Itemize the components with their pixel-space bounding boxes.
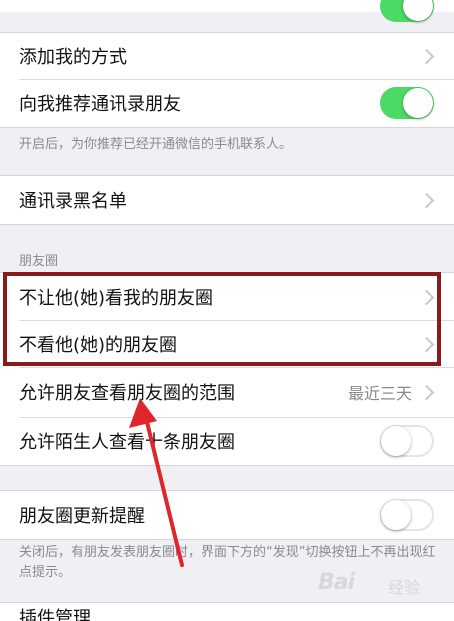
recommend-contacts-toggle[interactable] (380, 87, 434, 119)
divider (0, 224, 454, 225)
recommend-contacts-row: 向我推荐通讯录朋友 (0, 79, 454, 127)
allow-strangers-row: 允许陌生人查看十条朋友圈 (0, 417, 454, 465)
allow-strangers-toggle[interactable] (380, 425, 434, 457)
chevron-right-icon (418, 289, 435, 305)
hide-their-moments-row[interactable]: 不看他(她)的朋友圈 (0, 320, 454, 367)
moments-section-header: 朋友圈 (19, 254, 59, 269)
bottom-partial-label: 插件管理 (19, 608, 91, 621)
chevron-right-icon (418, 48, 435, 65)
hide-their-moments-label: 不看他(她)的朋友圈 (19, 334, 178, 356)
partial-top-row (0, 0, 454, 22)
moments-update-reminder-toggle[interactable] (380, 499, 434, 531)
toggle-knob (403, 88, 433, 118)
toggle-knob (381, 500, 411, 530)
toggle-knob (403, 0, 433, 21)
divider (0, 127, 454, 128)
reminder-note: 关闭后，有朋友发表朋友圈时，界面下方的“发现”切换按钮上不再出现红点提示。 (19, 545, 436, 580)
chevron-right-icon (418, 336, 435, 352)
watermark-sub: 经验 (388, 578, 421, 597)
partial-top-toggle[interactable] (380, 0, 434, 22)
recommend-note: 开启后，为你推荐已经开通微信的手机联系人。 (19, 137, 293, 152)
add-me-methods-row[interactable]: 添加我的方式 (0, 33, 454, 79)
recommend-contacts-label: 向我推荐通讯录朋友 (19, 94, 181, 115)
watermark-logo: Bai (318, 570, 355, 595)
allow-view-range-value: 最近三天 (347, 384, 412, 403)
moments-update-reminder-row: 朋友圈更新提醒 (0, 491, 454, 539)
chevron-right-icon (418, 384, 435, 401)
hide-my-moments-row[interactable]: 不让他(她)看我的朋友圈 (0, 273, 454, 320)
divider (19, 367, 454, 368)
contacts-blacklist-row[interactable]: 通讯录黑名单 (0, 176, 454, 224)
add-me-methods-label: 添加我的方式 (19, 47, 127, 68)
divider (0, 539, 454, 540)
contacts-blacklist-label: 通讯录黑名单 (19, 191, 127, 212)
allow-view-range-row[interactable]: 允许朋友查看朋友圈的范围 最近三天 (0, 367, 454, 417)
divider (19, 320, 454, 321)
divider (0, 465, 454, 466)
divider (19, 417, 454, 418)
bottom-partial-row[interactable]: 插件管理 (0, 603, 454, 621)
divider (19, 79, 454, 80)
hide-my-moments-label: 不让他(她)看我的朋友圈 (19, 287, 214, 309)
chevron-right-icon (418, 192, 435, 209)
toggle-knob (381, 426, 411, 456)
moments-update-reminder-label: 朋友圈更新提醒 (19, 506, 145, 527)
allow-strangers-label: 允许陌生人查看十条朋友圈 (19, 432, 235, 453)
allow-view-range-label: 允许朋友查看朋友圈的范围 (19, 383, 235, 404)
